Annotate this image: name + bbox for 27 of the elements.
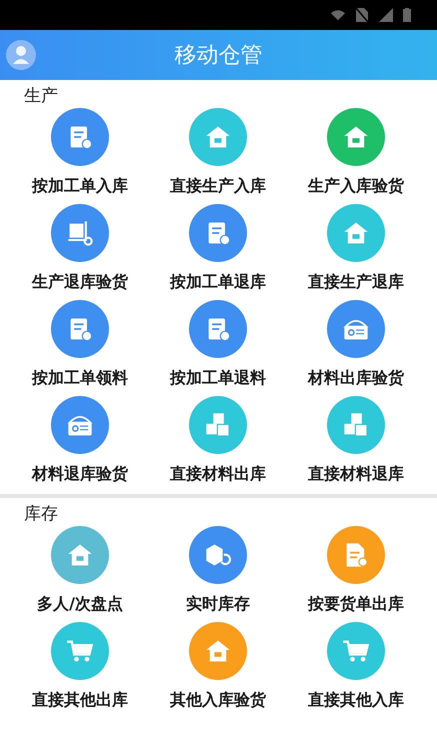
menu-item[interactable]: 生产入库验货 [287,108,425,204]
menu-item[interactable]: 按加工单退料 [149,300,287,396]
menu-item[interactable]: 直接材料退库 [287,396,425,492]
app-title: 移动仓管 [174,42,262,70]
section-title: 生产 [23,85,59,108]
wifi-icon [331,8,345,22]
menu-item[interactable]: 直接其他入库 [287,622,425,718]
menu-item[interactable]: 按加工单入库 [11,108,149,204]
menu-item[interactable]: 按加工单退库 [149,204,287,300]
menu-item[interactable]: 按要货单出库 [287,526,425,622]
menu-item[interactable]: 直接生产入库 [149,108,287,204]
signal-icon [379,8,393,22]
menu-item[interactable]: 生产退库验货 [11,204,149,300]
battery-icon [403,8,411,22]
menu-item[interactable]: 直接生产退库 [287,204,425,300]
menu-item[interactable]: 实时库存 [149,526,287,622]
menu-item[interactable]: 材料退库验货 [11,396,149,492]
menu-item[interactable]: 直接其他出库 [11,622,149,718]
menu-item[interactable]: 直接材料出库 [149,396,287,492]
menu-item[interactable]: 按加工单领料 [11,300,149,396]
no-sim-icon [355,8,369,22]
dolly-icon [66,219,94,247]
menu-item[interactable]: 多人/次盘点 [11,526,149,622]
user-icon[interactable] [6,40,36,70]
section-title: 库存 [23,503,59,526]
menu-item[interactable]: 材料出库验货 [287,300,425,396]
menu-item[interactable]: 其他入库验货 [149,622,287,718]
